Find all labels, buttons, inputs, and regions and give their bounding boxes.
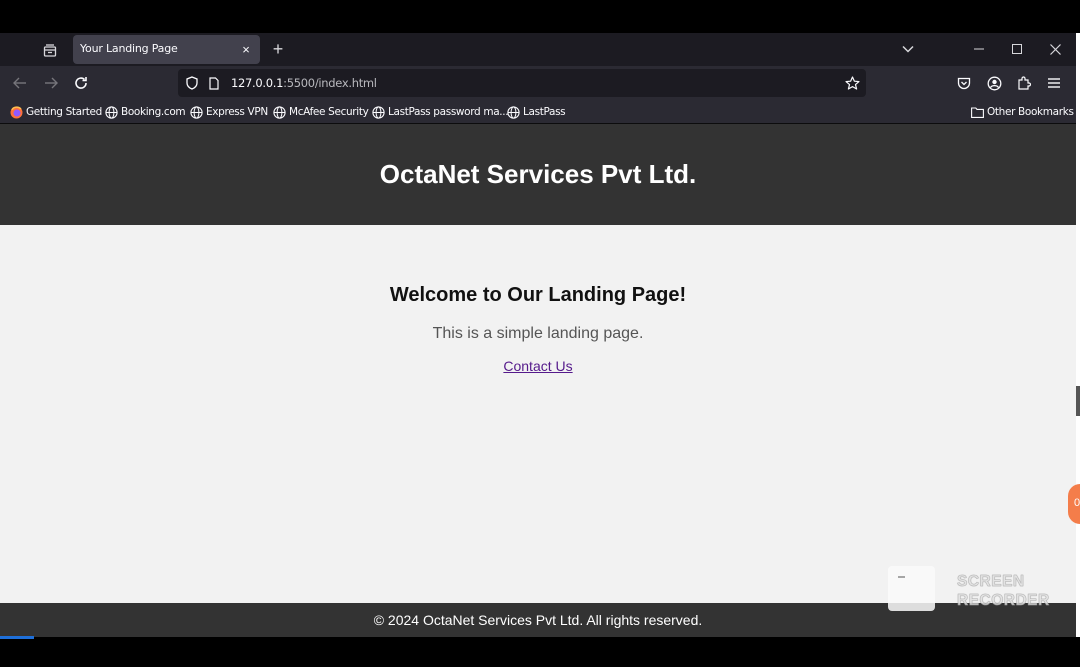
bookmark-express-vpn[interactable]: Express VPN (190, 104, 268, 120)
bookmark-label: Getting Started (26, 106, 102, 118)
scrollbar-thumb[interactable] (1076, 386, 1080, 416)
bookmark-label: LastPass (523, 106, 566, 118)
extensions-puzzle-icon[interactable] (1013, 72, 1035, 94)
firefox-icon (10, 105, 23, 119)
bookmark-label: Booking.com (121, 106, 186, 118)
pocket-icon[interactable] (953, 72, 975, 94)
bookmark-lastpass-manager[interactable]: LastPass password ma... (372, 104, 509, 120)
bookmark-label: McAfee Security (289, 106, 369, 118)
url-path: :5500/index.html (283, 76, 377, 90)
folder-icon (971, 106, 984, 119)
scrollbar-track (1076, 33, 1080, 637)
bookmark-label: LastPass password ma... (388, 106, 509, 118)
footer-copyright: © 2024 OctaNet Services Pvt Ltd. All rig… (373, 612, 703, 628)
maximize-icon[interactable] (1006, 38, 1028, 60)
account-icon[interactable] (983, 72, 1005, 94)
minimize-icon[interactable] (968, 38, 990, 60)
globe-icon (372, 105, 385, 119)
site-header: OctaNet Services Pvt Ltd. (0, 124, 1076, 225)
bookmark-label: Express VPN (206, 106, 268, 118)
recorder-watermark-text: SCREEN RECORDER (957, 573, 1050, 610)
tab-title: Your Landing Page (80, 42, 178, 55)
floating-bubble[interactable]: 0 (1068, 484, 1080, 524)
welcome-heading: Welcome to Our Landing Page! (389, 284, 687, 306)
tab-bar: Your Landing Page × + (0, 33, 1076, 66)
bookmark-star-icon[interactable] (843, 73, 861, 93)
bookmark-booking[interactable]: Booking.com (105, 104, 186, 120)
url-text[interactable]: 127.0.0.1:5500/index.html (231, 76, 377, 90)
bookmark-mcafee[interactable]: McAfee Security (273, 104, 369, 120)
navigation-toolbar: 127.0.0.1:5500/index.html (0, 66, 1076, 100)
url-host: 127.0.0.1 (231, 76, 284, 90)
web-page: OctaNet Services Pvt Ltd. Welcome to Our… (0, 124, 1076, 637)
page-icon[interactable] (207, 74, 221, 92)
contact-us-link[interactable]: Contact Us (503, 358, 572, 374)
intro-text: This is a simple landing page. (432, 325, 644, 342)
globe-icon (273, 105, 286, 119)
hamburger-menu-icon[interactable] (1043, 72, 1065, 94)
bookmarks-toolbar: Getting Started Booking.com Express VPN … (0, 100, 1076, 124)
tab-close-icon[interactable]: × (238, 41, 254, 57)
firefox-view-icon[interactable] (38, 39, 62, 61)
bookmark-getting-started[interactable]: Getting Started (10, 104, 102, 120)
browser-window: Your Landing Page × + 127.0.0.1:5500/ind… (0, 33, 1076, 637)
screen: Your Landing Page × + 127.0.0.1:5500/ind… (0, 0, 1080, 667)
back-arrow-icon[interactable] (8, 72, 32, 94)
globe-icon (105, 105, 118, 119)
bubble-label: 0 (1074, 497, 1080, 509)
other-bookmarks-label: Other Bookmarks (987, 106, 1074, 118)
bookmark-lastpass[interactable]: LastPass (507, 104, 566, 120)
taskbar-indicator (0, 636, 34, 639)
site-title: OctaNet Services Pvt Ltd. (379, 159, 697, 189)
tab-active[interactable]: Your Landing Page × (73, 35, 260, 64)
window-close-icon[interactable] (1044, 38, 1066, 60)
other-bookmarks-folder[interactable]: Other Bookmarks (971, 104, 1074, 120)
reload-icon[interactable] (69, 72, 93, 94)
new-tab-icon[interactable]: + (267, 38, 289, 60)
globe-icon (190, 105, 203, 119)
contact-link-wrapper: Contact Us (0, 358, 1076, 374)
forward-arrow-icon[interactable] (39, 72, 63, 94)
chevron-down-icon[interactable] (897, 38, 919, 60)
address-bar[interactable]: 127.0.0.1:5500/index.html (178, 69, 866, 97)
globe-icon (507, 105, 520, 119)
screen-recorder-watermark: SCREEN RECORDER (888, 566, 1058, 614)
shield-icon[interactable] (184, 74, 200, 92)
recorder-logo (888, 566, 935, 611)
